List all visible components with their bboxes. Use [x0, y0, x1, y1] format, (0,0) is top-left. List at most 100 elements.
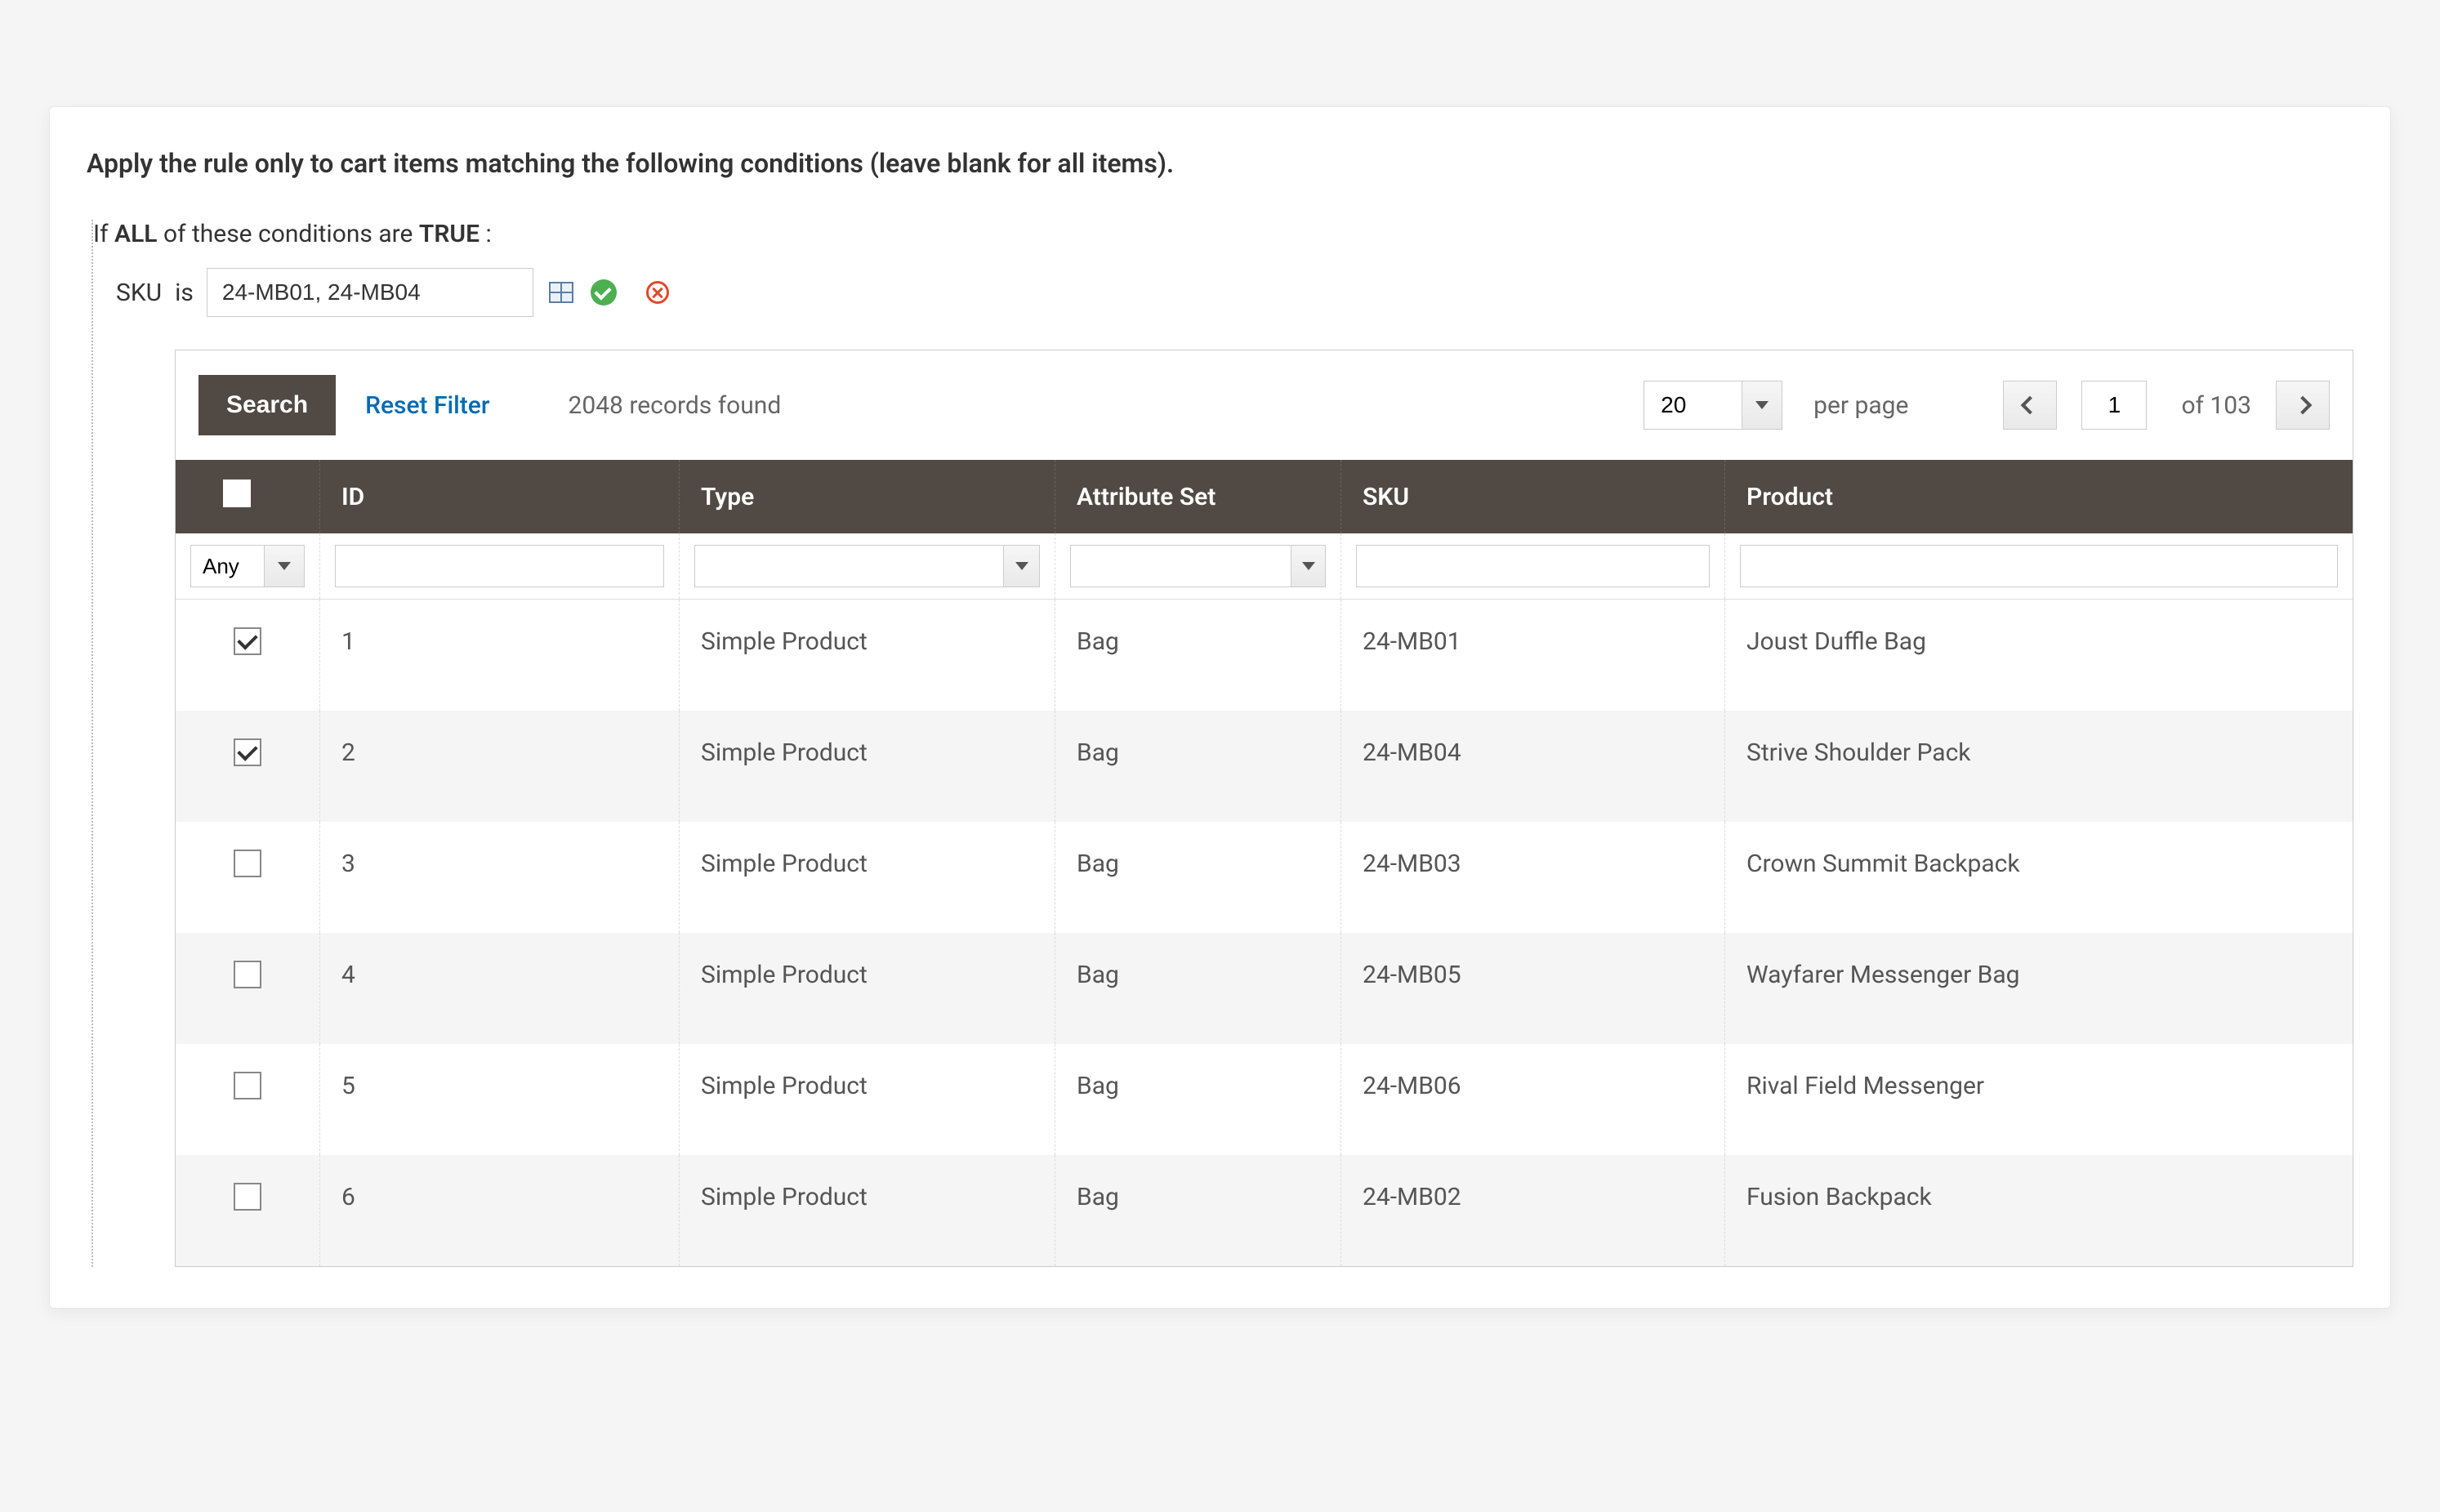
filter-product-input[interactable]: [1740, 545, 2338, 587]
table-row[interactable]: 5Simple ProductBag24-MB06Rival Field Mes…: [176, 1044, 2353, 1155]
cell-sku: 24-MB04: [1341, 711, 1725, 822]
if-prefix: If: [93, 220, 109, 248]
filter-attr-select[interactable]: [1070, 545, 1326, 587]
cell-product: Crown Summit Backpack: [1725, 822, 2353, 933]
cell-attr-set: Bag: [1055, 822, 1341, 933]
reset-filter-link[interactable]: Reset Filter: [365, 391, 489, 420]
product-chooser-grid: Search Reset Filter 2048 records found p…: [175, 350, 2353, 1267]
aggregate-all[interactable]: ALL: [114, 220, 157, 248]
filter-row: [176, 533, 2353, 600]
condition-aggregate: If ALL of these conditions are TRUE :: [93, 220, 2353, 248]
rule-conditions-panel: Apply the rule only to cart items matchi…: [49, 106, 2391, 1309]
cell-id: 1: [320, 600, 680, 711]
cell-sku: 24-MB05: [1341, 933, 1725, 1044]
cell-product: Joust Duffle Bag: [1725, 600, 2353, 711]
cell-type: Simple Product: [680, 600, 1055, 711]
header-id[interactable]: ID: [320, 460, 680, 533]
select-all-checkbox[interactable]: [223, 479, 251, 507]
next-page-button[interactable]: [2276, 381, 2330, 430]
table-row[interactable]: 1Simple ProductBag24-MB01Joust Duffle Ba…: [176, 600, 2353, 711]
filter-type-select[interactable]: [694, 545, 1040, 587]
per-page-select[interactable]: [1644, 381, 1782, 430]
header-attr-set[interactable]: Attribute Set: [1055, 460, 1341, 533]
chevron-down-icon: [278, 562, 291, 570]
cell-product: Rival Field Messenger: [1725, 1044, 2353, 1155]
cell-product: Wayfarer Messenger Bag: [1725, 933, 2353, 1044]
filter-id-input[interactable]: [335, 545, 664, 587]
cell-attr-set: Bag: [1055, 933, 1341, 1044]
filter-any-select[interactable]: [190, 545, 305, 587]
cell-sku: 24-MB03: [1341, 822, 1725, 933]
row-checkbox[interactable]: [234, 1183, 261, 1211]
per-page-dropdown-icon[interactable]: [1742, 381, 1782, 430]
per-page-input[interactable]: [1644, 381, 1742, 430]
apply-icon[interactable]: [589, 278, 618, 307]
filter-any-dropdown-icon[interactable]: [264, 545, 305, 587]
cell-sku: 24-MB02: [1341, 1155, 1725, 1266]
cell-attr-set: Bag: [1055, 1155, 1341, 1266]
cell-attr-set: Bag: [1055, 711, 1341, 822]
products-table: ID Type Attribute Set SKU Product: [176, 460, 2353, 1266]
cell-type: Simple Product: [680, 1044, 1055, 1155]
table-row[interactable]: 2Simple ProductBag24-MB04Strive Shoulder…: [176, 711, 2353, 822]
chevron-down-icon: [1302, 562, 1315, 570]
cell-attr-set: Bag: [1055, 1044, 1341, 1155]
header-product[interactable]: Product: [1725, 460, 2353, 533]
filter-attr-input[interactable]: [1070, 545, 1291, 587]
sku-attribute-label[interactable]: SKU: [116, 279, 162, 307]
chevron-right-icon: [2294, 396, 2313, 415]
cell-id: 4: [320, 933, 680, 1044]
cell-sku: 24-MB06: [1341, 1044, 1725, 1155]
row-checkbox[interactable]: [234, 738, 261, 766]
sku-value-input[interactable]: [207, 268, 533, 317]
page-number-input[interactable]: [2081, 381, 2147, 430]
cell-attr-set: Bag: [1055, 600, 1341, 711]
table-row[interactable]: 3Simple ProductBag24-MB03Crown Summit Ba…: [176, 822, 2353, 933]
filter-type-input[interactable]: [694, 545, 1003, 587]
table-header-row: ID Type Attribute Set SKU Product: [176, 460, 2353, 533]
of-pages-label: of 103: [2181, 391, 2251, 420]
if-mid-text: of these conditions are: [163, 220, 413, 248]
if-colon: :: [485, 220, 491, 248]
condition-sku-row: SKU is: [93, 268, 2353, 317]
table-row[interactable]: 4Simple ProductBag24-MB05Wayfarer Messen…: [176, 933, 2353, 1044]
cell-product: Strive Shoulder Pack: [1725, 711, 2353, 822]
cell-type: Simple Product: [680, 711, 1055, 822]
search-button[interactable]: Search: [199, 375, 336, 435]
conditions-tree: If ALL of these conditions are TRUE : SK…: [91, 220, 2353, 1267]
cell-type: Simple Product: [680, 822, 1055, 933]
row-checkbox[interactable]: [234, 850, 261, 877]
grid-toolbar: Search Reset Filter 2048 records found p…: [176, 350, 2353, 460]
sku-operator[interactable]: is: [175, 279, 194, 307]
header-checkbox-cell: [176, 460, 320, 533]
cell-product: Fusion Backpack: [1725, 1155, 2353, 1266]
chevron-down-icon: [1015, 562, 1028, 570]
cell-type: Simple Product: [680, 933, 1055, 1044]
filter-type-dropdown-icon[interactable]: [1003, 545, 1040, 587]
row-checkbox[interactable]: [234, 627, 261, 655]
toolbar-right: per page of 103: [1644, 381, 2330, 430]
cell-id: 5: [320, 1044, 680, 1155]
cell-type: Simple Product: [680, 1155, 1055, 1266]
chevron-left-icon: [2021, 396, 2040, 415]
prev-page-button[interactable]: [2003, 381, 2057, 430]
filter-sku-input[interactable]: [1356, 545, 1710, 587]
header-type[interactable]: Type: [680, 460, 1055, 533]
chevron-down-icon: [1755, 401, 1769, 409]
chooser-icon[interactable]: [546, 278, 576, 307]
filter-attr-dropdown-icon[interactable]: [1291, 545, 1326, 587]
cell-id: 6: [320, 1155, 680, 1266]
records-found: 2048 records found: [568, 391, 781, 420]
panel-title: Apply the rule only to cart items matchi…: [87, 148, 2353, 179]
cell-id: 3: [320, 822, 680, 933]
row-checkbox[interactable]: [234, 961, 261, 988]
header-sku[interactable]: SKU: [1341, 460, 1725, 533]
per-page-label: per page: [1813, 391, 1908, 420]
remove-icon[interactable]: [643, 278, 672, 307]
table-row[interactable]: 6Simple ProductBag24-MB02Fusion Backpack: [176, 1155, 2353, 1266]
filter-any-input[interactable]: [190, 545, 264, 587]
cell-sku: 24-MB01: [1341, 600, 1725, 711]
row-checkbox[interactable]: [234, 1072, 261, 1099]
aggregate-true[interactable]: TRUE: [419, 220, 480, 248]
cell-id: 2: [320, 711, 680, 822]
